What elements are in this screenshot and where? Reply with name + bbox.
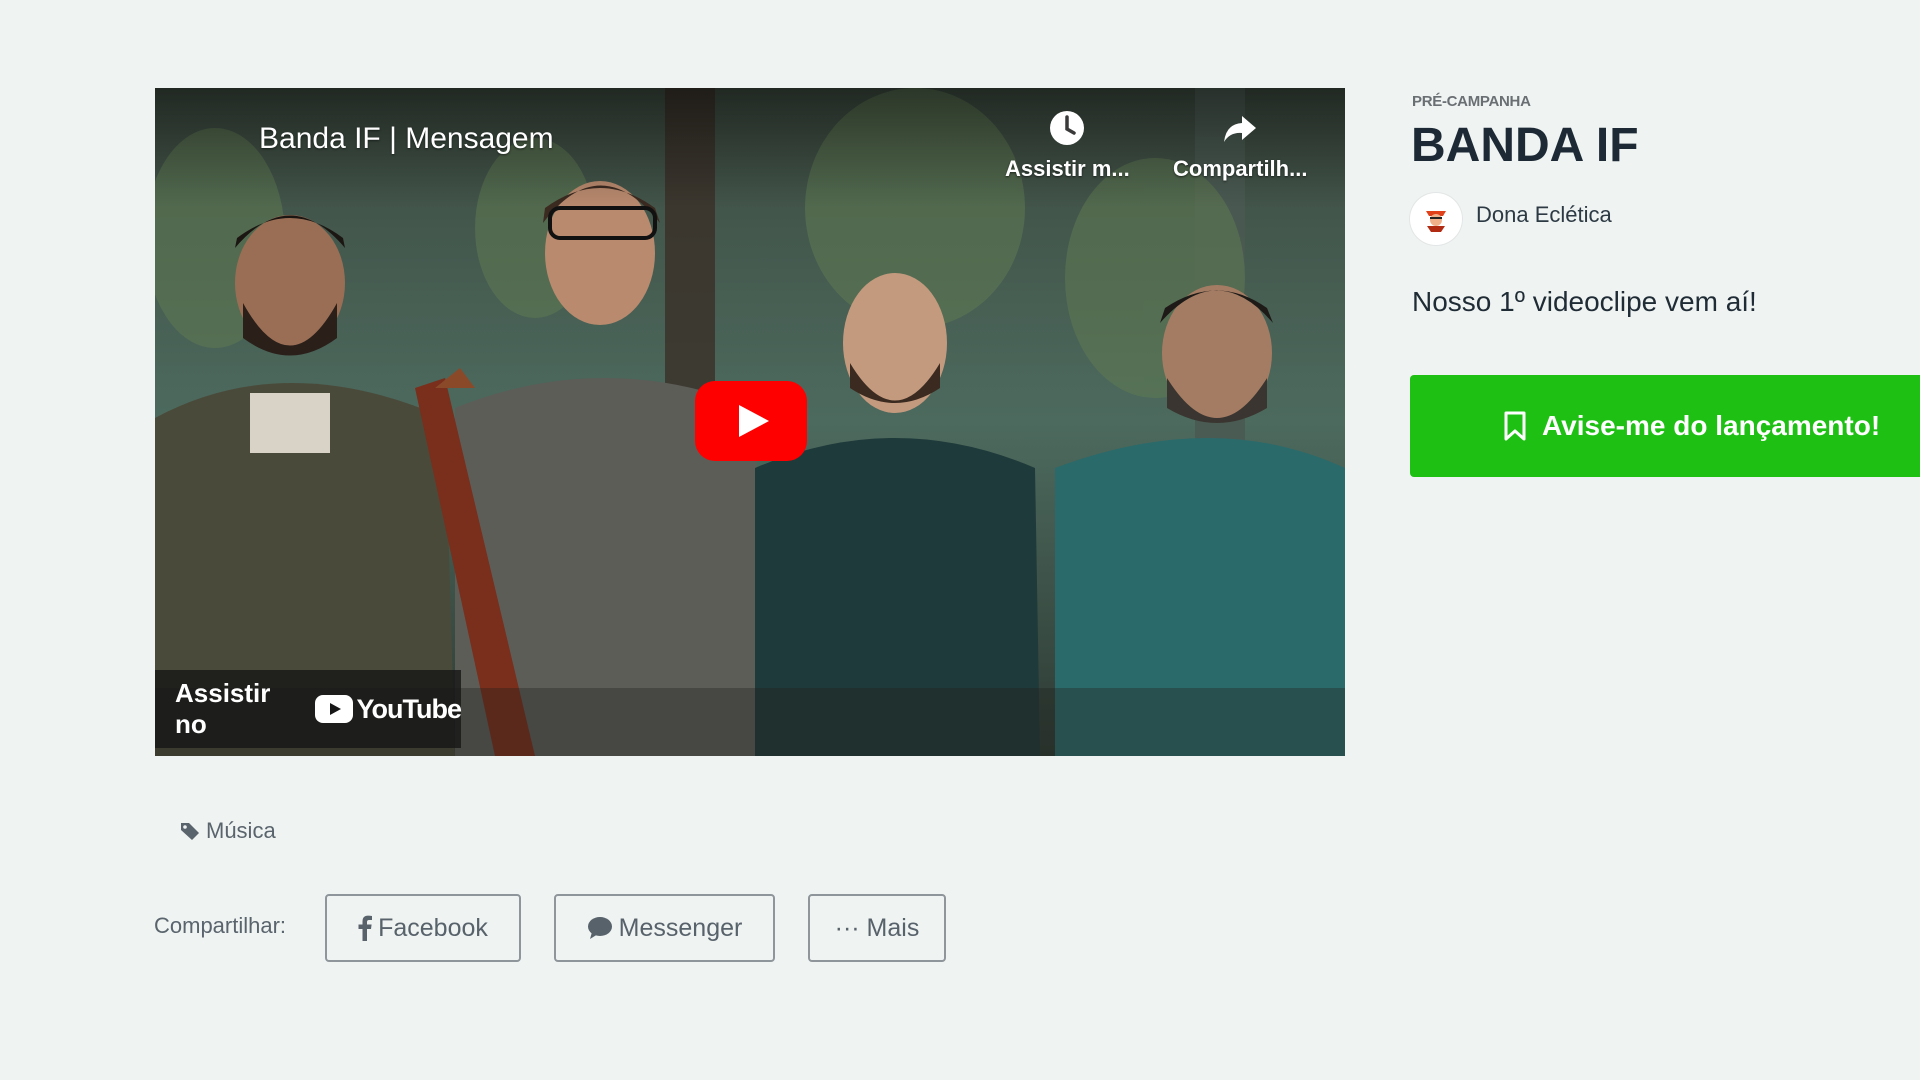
share-more-button[interactable]: ··· Mais (808, 894, 946, 962)
youtube-wordmark: YouTube (356, 693, 462, 724)
facebook-icon (358, 915, 373, 941)
share-label: Compartilhar: (154, 913, 287, 938)
watch-later-button[interactable]: Assistir m... (1005, 108, 1130, 182)
creator-logo-icon (1426, 211, 1446, 232)
share-messenger-button[interactable]: Messenger (554, 894, 775, 962)
youtube-icon (314, 695, 353, 723)
project-page: Banda IF | Mensagem Assistir m... Compar… (0, 0, 1920, 1080)
watch-on-label: Assistir no (175, 678, 271, 739)
share-facebook-label: Facebook (378, 913, 488, 942)
bookmark-icon (1502, 411, 1528, 441)
speech-bubble-icon (587, 917, 612, 939)
watch-later-label: Assistir m... (1005, 156, 1130, 181)
creator-name-link[interactable]: Dona Eclética (1476, 202, 1612, 228)
share-messenger-label: Messenger (618, 913, 743, 942)
share-video-label: Compartilh... (1173, 156, 1308, 181)
notify-launch-label: Avise-me do lançamento! (1542, 410, 1881, 441)
project-headline: Nosso 1º videoclipe vem aí! (1412, 286, 1757, 317)
category-tag[interactable]: Música (180, 818, 276, 844)
share-more-label: ··· Mais (834, 913, 920, 942)
share-arrow-icon (1224, 116, 1257, 142)
watch-on-youtube-button[interactable]: Assistir no YouTube (155, 670, 462, 748)
tag-icon (181, 823, 199, 840)
share-video-button[interactable]: Compartilh... (1173, 108, 1307, 182)
project-title: BANDA IF (1411, 119, 1639, 172)
video-player[interactable]: Banda IF | Mensagem Assistir m... Compar… (155, 88, 1345, 756)
share-facebook-button[interactable]: Facebook (325, 894, 521, 962)
play-icon[interactable] (695, 381, 807, 461)
youtube-logo: YouTube (314, 693, 462, 725)
campaign-status: PRÉ-CAMPANHA (1412, 93, 1531, 110)
notify-launch-button[interactable]: Avise-me do lançamento! (1410, 375, 1920, 477)
creator-avatar[interactable] (1410, 193, 1462, 245)
clock-icon (1050, 111, 1085, 145)
category-label: Música (206, 818, 276, 843)
video-title[interactable]: Banda IF | Mensagem (259, 122, 554, 156)
